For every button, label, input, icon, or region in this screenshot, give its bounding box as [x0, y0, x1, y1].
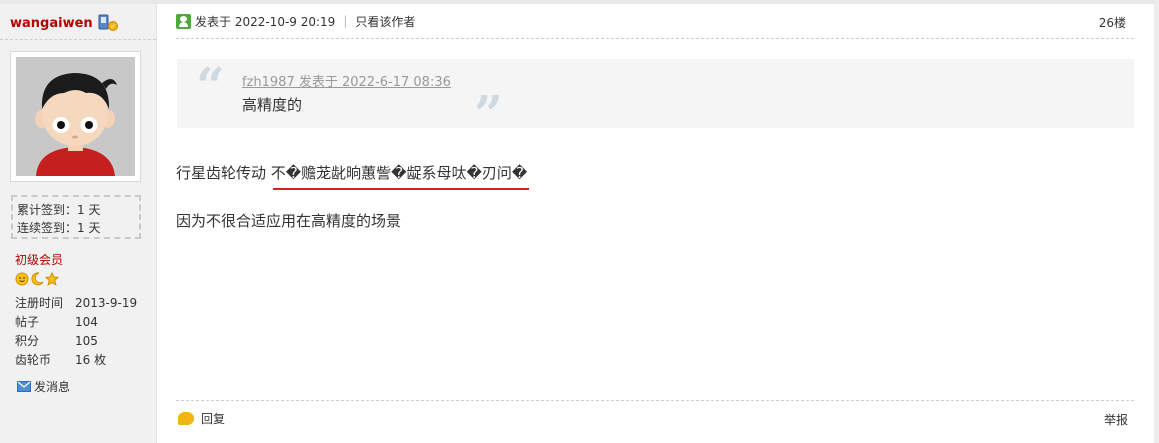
checkin-total: 累计签到：1 天	[17, 203, 101, 217]
avatar[interactable]	[10, 51, 141, 182]
info-row: 帖子 104	[15, 313, 137, 332]
header-separator: |	[343, 14, 348, 28]
info-value: 16 枚	[75, 353, 107, 367]
open-quote-icon: “	[196, 56, 225, 115]
member-level-link[interactable]: 初级会员	[15, 251, 63, 268]
only-author-link[interactable]: 只看该作者	[355, 13, 415, 30]
info-value-link[interactable]: 104	[75, 313, 98, 332]
info-row: 齿轮币 16 枚	[15, 351, 137, 370]
user-online-icon	[176, 13, 191, 29]
info-key: 注册时间	[15, 296, 64, 310]
checkin-streak: 连续签到：1 天	[17, 221, 101, 235]
info-key: 积分	[15, 334, 40, 348]
sidebar-divider	[0, 39, 156, 40]
post-main: 发表于 2022-10-9 20:19 | 只看该作者 26楼 “ fzh198…	[158, 4, 1154, 443]
body-text-prefix: 行星齿轮传动	[176, 164, 271, 182]
report-button[interactable]: 举报	[1104, 411, 1128, 428]
info-row: 积分 105	[15, 332, 137, 351]
mobile-user-icon: ✓	[98, 14, 118, 32]
member-info-table: 注册时间 2013-9-19 帖子 104 积分 105 齿轮币 16 枚	[15, 294, 137, 370]
reply-label: 回复	[201, 412, 226, 426]
moon-icon	[31, 272, 44, 286]
footer-divider	[176, 400, 1134, 401]
floor-number-link[interactable]: 26楼	[1099, 14, 1126, 31]
red-underline-annotation	[272, 188, 530, 190]
avatar-image	[16, 57, 135, 176]
info-key: 帖子	[15, 315, 40, 329]
reply-icon	[178, 412, 194, 425]
info-value-link[interactable]: 105	[75, 332, 98, 351]
info-row: 注册时间 2013-9-19	[15, 294, 137, 313]
info-key: 齿轮币	[15, 353, 52, 367]
post-header: 发表于 2022-10-9 20:19 | 只看该作者	[176, 12, 415, 30]
checkin-stats: 累计签到：1 天 连续签到：1 天	[11, 195, 141, 239]
reply-button[interactable]: 回复	[178, 410, 225, 427]
post-body-line: 行星齿轮传动 不�赡茏龀晌蕙訾�龊系母呔�刃问�	[176, 162, 530, 190]
send-message-link[interactable]: 发消息	[17, 378, 70, 395]
mail-icon	[17, 381, 31, 392]
svg-text:✓: ✓	[110, 23, 116, 31]
author-row: wangaiwen ✓	[10, 14, 118, 32]
level-badges	[15, 272, 59, 286]
post-time: 发表于 2022-10-9 20:19	[195, 14, 336, 29]
quote-text: 高精度的	[242, 96, 303, 114]
author-name-link[interactable]: wangaiwen	[10, 16, 93, 31]
author-sidebar: wangaiwen ✓ 累计签到：1 天 连续签到：1 天 初级会员 注册时间 …	[0, 4, 157, 443]
page-right-border	[1154, 0, 1159, 443]
send-message-label: 发消息	[34, 380, 71, 394]
sun-icon	[15, 272, 29, 286]
garbled-text-content: 不�赡茏龀晌蕙訾�龊系母呔�刃问�	[270, 164, 528, 182]
star-icon	[45, 272, 59, 286]
close-quote-icon: ”	[474, 84, 503, 143]
quote-block: “ fzh1987 发表于 2022-6-17 08:36 高精度的 ”	[177, 56, 1134, 139]
post-body-line: 因为不很合适应用在高精度的场景	[176, 212, 402, 230]
header-divider	[176, 38, 1134, 39]
info-value: 2013-9-19	[75, 296, 138, 310]
garbled-text: 不�赡茏龀晌蕙訾�龊系母呔�刃问�	[270, 164, 530, 190]
quote-source-link[interactable]: fzh1987 发表于 2022-6-17 08:36	[242, 71, 451, 90]
